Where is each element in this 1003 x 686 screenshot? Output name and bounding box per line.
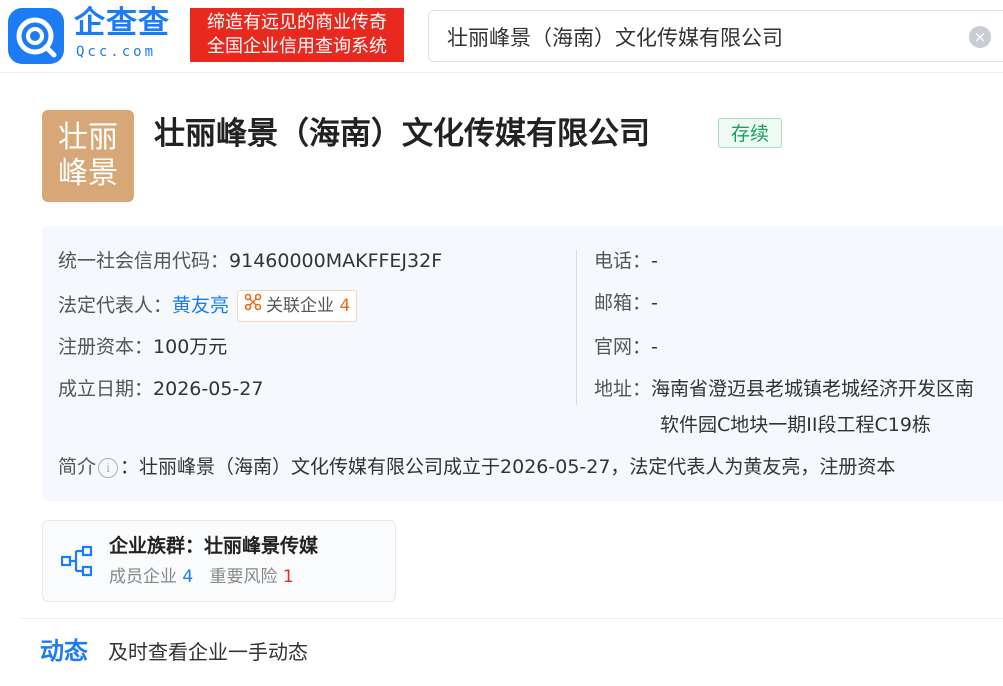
- info-panel: 统一社会信用代码：91460000MAKFFEJ32F 法定代表人：黄友亮 关联企…: [42, 226, 1003, 501]
- search-input[interactable]: [445, 22, 949, 52]
- address-label: 地址：: [594, 378, 652, 400]
- founded-label: 成立日期：: [58, 378, 154, 400]
- founded-row: 成立日期：2026-05-27: [58, 376, 263, 402]
- website-value: -: [651, 336, 658, 358]
- website-row: 官网：-: [594, 334, 658, 360]
- relation-icon: [244, 291, 262, 321]
- capital-value: 100万元: [153, 336, 228, 358]
- avatar-text-line-1: 壮丽: [58, 120, 118, 155]
- group-meta: 成员企业 4 重要风险 1: [109, 565, 294, 589]
- intro-text: ：壮丽峰景（海南）文化传媒有限公司成立于2026-05-27，法定代表人为黄友亮…: [120, 456, 896, 478]
- credit-code-value[interactable]: 91460000MAKFFEJ32F: [229, 250, 442, 272]
- legal-rep-label: 法定代表人：: [58, 294, 173, 317]
- brand-domain: Qcc.com: [76, 44, 157, 60]
- address-row: 地址：海南省澄迈县老城镇老城经济开发区南: [594, 376, 974, 402]
- qcc-logo-icon[interactable]: [8, 8, 64, 64]
- credit-code-row: 统一社会信用代码：91460000MAKFFEJ32F: [58, 248, 442, 274]
- address-line-2-row: 软件园C地块一期II段工程C19栋: [660, 412, 931, 438]
- status-badge: 存续: [718, 118, 782, 148]
- risk-label: 重要风险: [209, 567, 278, 587]
- group-title: 企业族群：壮丽峰景传媒: [109, 535, 319, 557]
- related-companies-button[interactable]: 关联企业 4: [237, 290, 358, 322]
- column-divider: [576, 250, 577, 405]
- info-icon[interactable]: i: [98, 457, 119, 478]
- search-box: ×: [428, 10, 1003, 62]
- website-label: 官网：: [594, 336, 652, 358]
- related-label: 关联企业: [266, 296, 335, 316]
- capital-row: 注册资本：100万元: [58, 334, 227, 360]
- members-label: 成员企业: [109, 567, 177, 587]
- company-card: 壮丽 峰景 壮丽峰景（海南）文化传媒有限公司 存续 统一社会信用代码：91460…: [20, 86, 1003, 686]
- legal-rep-row: 法定代表人：黄友亮 关联企业 4: [58, 290, 358, 322]
- related-count: 4: [339, 296, 351, 316]
- credit-code-label: 统一社会信用代码：: [58, 250, 230, 272]
- capital-label: 注册资本：: [58, 336, 154, 358]
- clear-icon[interactable]: ×: [969, 26, 991, 48]
- intro-row: 简介 i ：壮丽峰景（海南）文化传媒有限公司成立于2026-05-27，法定代表人为…: [58, 454, 895, 480]
- risk-count[interactable]: 1: [283, 567, 294, 587]
- company-avatar: 壮丽 峰景: [42, 110, 134, 202]
- email-row: 邮箱：-: [594, 290, 658, 316]
- phone-label: 电话：: [594, 250, 652, 272]
- email-value: -: [651, 292, 658, 314]
- phone-value: -: [651, 250, 658, 272]
- brand-name[interactable]: 企查查: [74, 4, 182, 42]
- slogan-line-2: 全国企业信用查询系统: [207, 36, 387, 57]
- address-line-2[interactable]: 软件园C地块一期II段工程C19栋: [660, 414, 931, 436]
- slogan-banner: 缔造有远见的商业传奇 全国企业信用查询系统: [190, 8, 404, 62]
- slogan-line-1: 缔造有远见的商业传奇: [207, 12, 387, 33]
- phone-row: 电话：-: [594, 248, 658, 274]
- founded-value: 2026-05-27: [153, 378, 264, 400]
- enterprise-group-card[interactable]: 企业族群：壮丽峰景传媒 成员企业 4 重要风险 1: [42, 520, 396, 602]
- legal-rep-link[interactable]: 黄友亮: [172, 295, 229, 317]
- intro-label: 简介: [58, 456, 97, 478]
- dynamics-title[interactable]: 动态: [40, 636, 88, 666]
- email-label: 邮箱：: [594, 292, 652, 314]
- dynamics-subtitle: 及时查看企业一手动态: [108, 640, 308, 664]
- org-tree-icon: [60, 545, 93, 581]
- avatar-text-line-2: 峰景: [58, 156, 118, 191]
- section-divider: [20, 618, 1003, 619]
- top-header: 企查查 Qcc.com 缔造有远见的商业传奇 全国企业信用查询系统 ×: [0, 0, 1003, 73]
- members-count[interactable]: 4: [182, 567, 193, 587]
- company-title: 壮丽峰景（海南）文化传媒有限公司: [154, 116, 650, 152]
- address-line-1[interactable]: 海南省澄迈县老城镇老城经济开发区南: [651, 378, 974, 400]
